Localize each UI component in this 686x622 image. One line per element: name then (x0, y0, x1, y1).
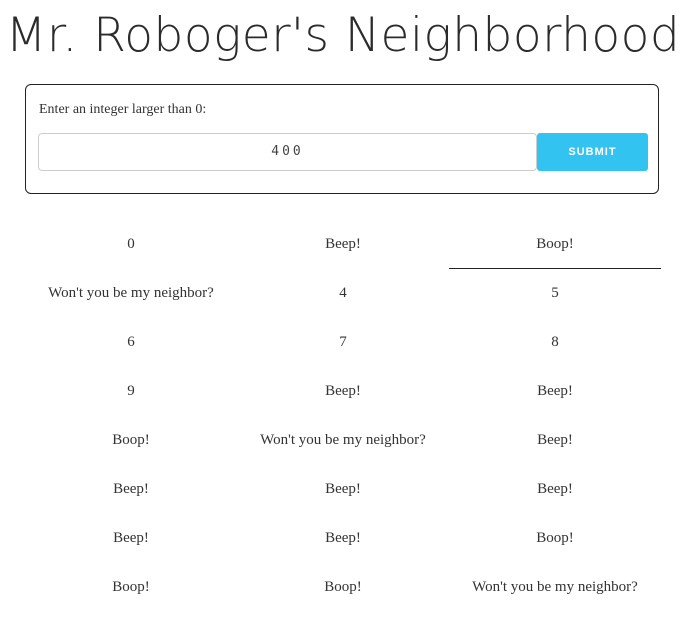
result-item: Beep! (113, 530, 149, 546)
result-item: Beep! (537, 481, 573, 497)
result-item: Boop! (112, 432, 150, 448)
result-item: 7 (339, 334, 347, 350)
result-item: 4 (339, 285, 347, 301)
number-form: Enter an integer larger than 0: 400 SUBM… (25, 84, 659, 194)
result-item: Won't you be my neighbor? (48, 285, 214, 301)
result-item: 0 (127, 236, 135, 252)
number-input[interactable]: 400 (38, 133, 537, 171)
result-item: Beep! (113, 481, 149, 497)
result-item: 9 (127, 383, 135, 399)
result-item: Beep! (325, 530, 361, 546)
result-item: Won't you be my neighbor? (260, 432, 426, 448)
result-item: Boop! (324, 579, 362, 595)
result-item: 5 (551, 285, 559, 301)
page-title: Mr. Roboger's Neighborhood (5, 8, 681, 63)
result-item: 8 (551, 334, 559, 350)
result-item: Won't you be my neighbor? (472, 579, 638, 595)
result-item: Beep! (325, 383, 361, 399)
submit-button[interactable]: SUBMIT (537, 133, 648, 171)
result-item: Beep! (325, 236, 361, 252)
number-input-label: Enter an integer larger than 0: (39, 102, 207, 117)
result-item: Beep! (325, 481, 361, 497)
results-list: 0 Beep! Boop! Won't you be my neighbor? 4 5 6 7… (25, 220, 661, 612)
result-item: Beep! (537, 383, 573, 399)
result-item: Boop! (112, 579, 150, 595)
result-item: Boop! (536, 530, 574, 546)
result-item: 6 (127, 334, 135, 350)
result-item: Beep! (537, 432, 573, 448)
result-item: Boop! (449, 220, 661, 269)
